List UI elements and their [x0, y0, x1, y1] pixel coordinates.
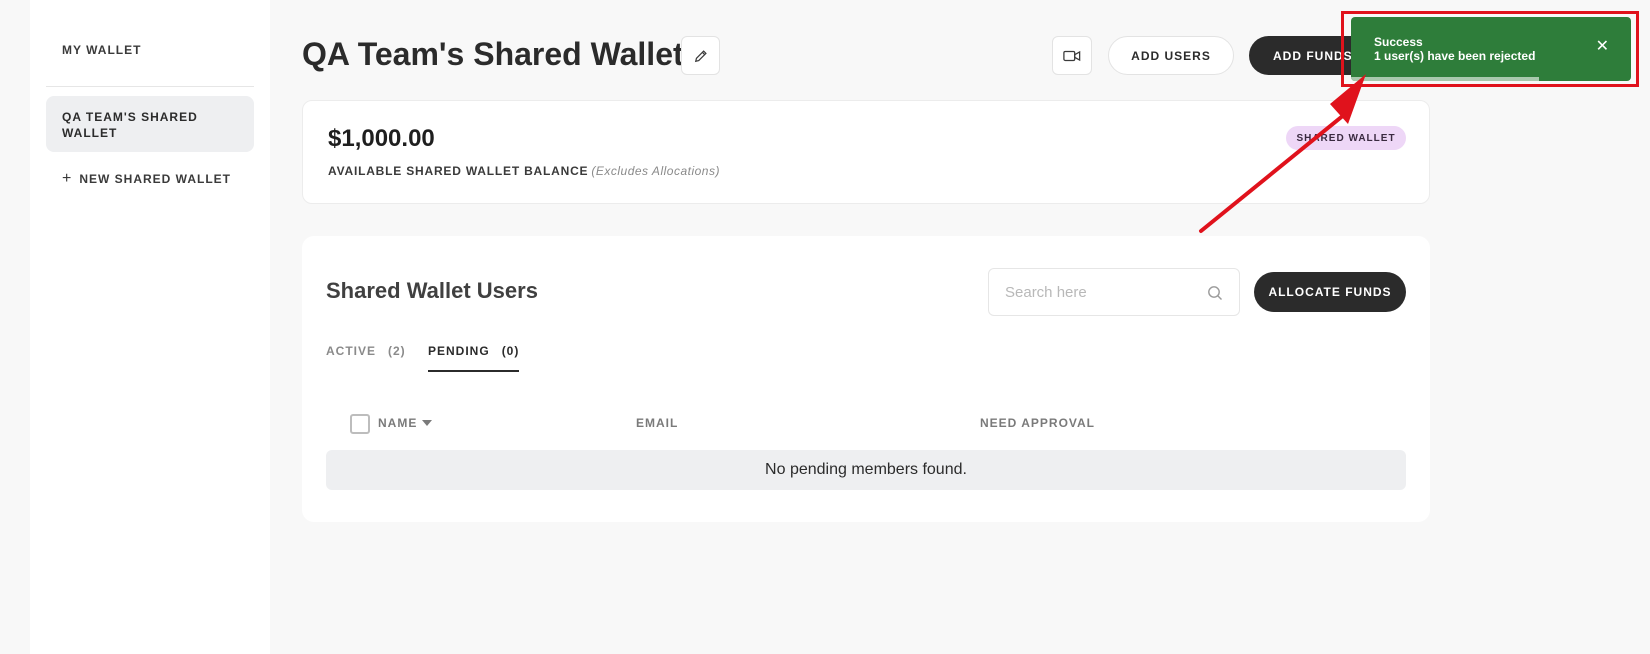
pencil-icon: [694, 49, 707, 62]
sort-down-icon: [422, 420, 433, 426]
tab-pending-label: PENDING: [428, 344, 490, 358]
balance-card: $1,000.00 AVAILABLE SHARED WALLET BALANC…: [302, 100, 1430, 204]
plus-icon: +: [62, 170, 73, 187]
sidebar: MY WALLET QA TEAM'S SHARED WALLET + NEW …: [30, 0, 270, 654]
sidebar-item-my-wallet[interactable]: MY WALLET: [62, 43, 141, 57]
balance-label-text: AVAILABLE SHARED WALLET BALANCE: [328, 164, 589, 178]
tab-active-label: ACTIVE: [326, 344, 377, 358]
balance-amount: $1,000.00: [328, 125, 435, 152]
tab-pending-count: (0): [501, 344, 520, 358]
column-header-name[interactable]: NAME: [378, 416, 433, 430]
sidebar-divider: [46, 86, 254, 87]
new-shared-wallet-button[interactable]: + NEW SHARED WALLET: [62, 170, 232, 187]
search-box: [988, 268, 1240, 316]
search-input[interactable]: [989, 269, 1189, 315]
select-all-checkbox[interactable]: [350, 414, 370, 434]
column-header-email: EMAIL: [636, 416, 679, 430]
add-users-button[interactable]: ADD USERS: [1108, 36, 1234, 75]
search-icon[interactable]: [1207, 285, 1223, 301]
shared-wallet-users-card: Shared Wallet Users ALLOCATE FUNDS ACTIV…: [302, 236, 1430, 522]
tab-pending[interactable]: PENDING (0): [428, 344, 520, 372]
annotation-highlight-box: [1341, 11, 1639, 87]
users-section-title: Shared Wallet Users: [326, 278, 538, 303]
column-name-label: NAME: [378, 416, 418, 430]
balance-note: (Excludes Allocations): [591, 164, 720, 178]
video-button[interactable]: [1052, 36, 1092, 75]
edit-title-button[interactable]: [681, 36, 720, 75]
shared-wallet-badge: SHARED WALLET: [1286, 126, 1406, 150]
sidebar-item-qa-team-shared-wallet[interactable]: QA TEAM'S SHARED WALLET: [46, 96, 254, 152]
balance-label: AVAILABLE SHARED WALLET BALANCE (Excludes…: [328, 164, 720, 178]
tab-active[interactable]: ACTIVE (2): [326, 344, 406, 370]
column-header-need-approval: NEED APPROVAL: [980, 416, 1096, 430]
video-camera-icon: [1063, 50, 1081, 61]
sidebar-item-label: QA TEAM'S SHARED WALLET: [62, 110, 198, 140]
new-shared-wallet-label: NEW SHARED WALLET: [79, 172, 232, 186]
page-title: QA Team's Shared Wallet: [302, 36, 684, 72]
empty-state-message: No pending members found.: [326, 450, 1406, 490]
tab-active-count: (2): [388, 344, 406, 358]
allocate-funds-button[interactable]: ALLOCATE FUNDS: [1254, 272, 1406, 312]
